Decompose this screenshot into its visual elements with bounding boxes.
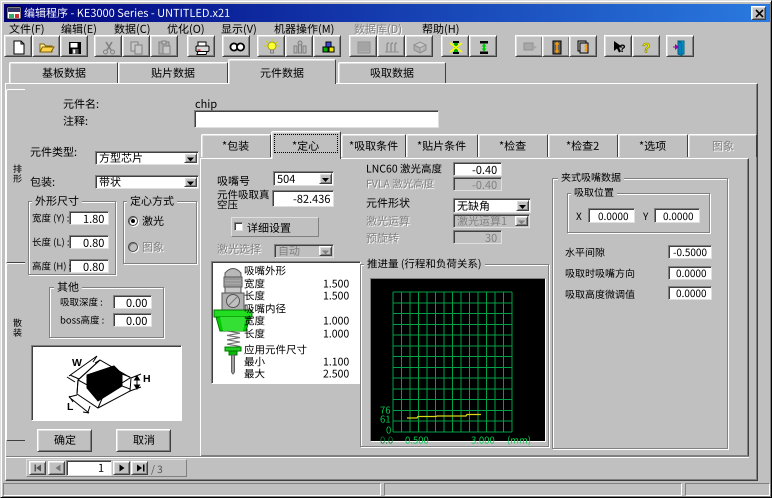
svg-text:?: ? [619, 43, 626, 55]
svg-text:?: ? [642, 39, 651, 55]
